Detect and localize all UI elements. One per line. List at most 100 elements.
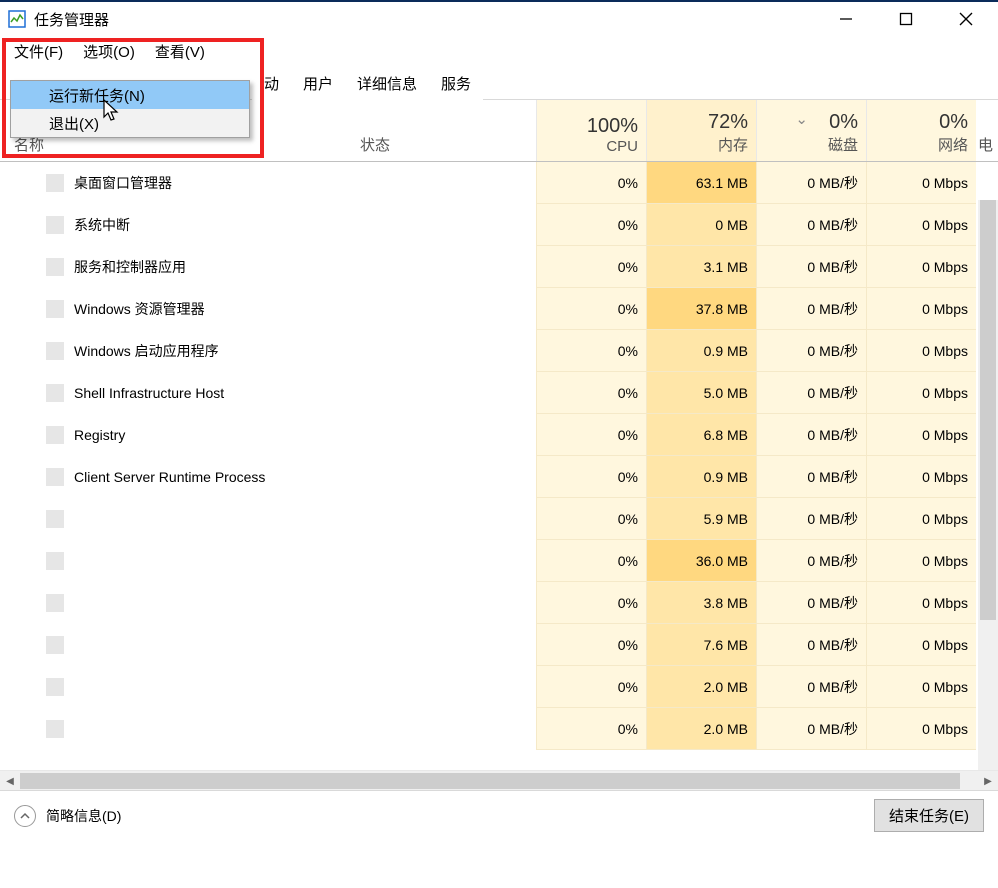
process-cpu-cell: 0% xyxy=(536,288,646,330)
process-icon xyxy=(46,468,64,486)
window-controls xyxy=(816,2,996,36)
col-status-header[interactable]: 状态 xyxy=(358,100,536,161)
process-grid: 名称 状态 100% CPU 72% 内存 ⌄ 0% 磁盘 0% 网络 电 桌面… xyxy=(0,100,998,770)
process-name-cell: 系统中断 xyxy=(0,215,358,235)
menu-run-new-task[interactable]: 运行新任务(N) xyxy=(11,81,249,109)
table-row[interactable]: 0% 2.0 MB 0 MB/秒 0 Mbps xyxy=(0,666,998,708)
collapse-icon[interactable] xyxy=(14,805,36,827)
end-task-button[interactable]: 结束任务(E) xyxy=(874,799,984,832)
table-row[interactable]: 0% 36.0 MB 0 MB/秒 0 Mbps xyxy=(0,540,998,582)
process-network-cell: 0 Mbps xyxy=(866,708,976,750)
horizontal-scrollbar[interactable]: ◀ ▶ xyxy=(0,770,998,790)
table-row[interactable]: Client Server Runtime Process 0% 0.9 MB … xyxy=(0,456,998,498)
maximize-button[interactable] xyxy=(876,2,936,36)
process-icon xyxy=(46,300,64,318)
process-name: Shell Infrastructure Host xyxy=(46,385,224,401)
col-cpu-header[interactable]: 100% CPU xyxy=(536,100,646,161)
task-manager-icon xyxy=(8,10,26,28)
process-disk-cell: 0 MB/秒 xyxy=(756,288,866,330)
table-row[interactable]: 系统中断 0% 0 MB 0 MB/秒 0 Mbps xyxy=(0,204,998,246)
hscroll-thumb[interactable] xyxy=(20,773,960,789)
table-row[interactable]: Registry 0% 6.8 MB 0 MB/秒 0 Mbps xyxy=(0,414,998,456)
process-disk-cell: 0 MB/秒 xyxy=(756,372,866,414)
menu-options[interactable]: 选项(O) xyxy=(73,37,145,66)
process-name: Windows 资源管理器 xyxy=(46,299,205,319)
footer: 简略信息(D) 结束任务(E) xyxy=(0,790,998,840)
process-cpu-cell: 0% xyxy=(536,372,646,414)
process-name-cell: 服务和控制器应用 xyxy=(0,257,358,277)
tab-users[interactable]: 用户 xyxy=(291,67,345,100)
process-name-cell: Registry xyxy=(0,427,358,443)
process-icon xyxy=(46,636,64,654)
process-network-cell: 0 Mbps xyxy=(866,330,976,372)
table-row[interactable]: 桌面窗口管理器 0% 63.1 MB 0 MB/秒 0 Mbps xyxy=(0,162,998,204)
col-network-header[interactable]: 0% 网络 xyxy=(866,100,976,161)
process-name: 桌面窗口管理器 xyxy=(46,173,172,193)
process-disk-cell: 0 MB/秒 xyxy=(756,162,866,204)
tab-details[interactable]: 详细信息 xyxy=(345,67,429,100)
process-disk-cell: 0 MB/秒 xyxy=(756,414,866,456)
process-disk-cell: 0 MB/秒 xyxy=(756,708,866,750)
table-row[interactable]: 服务和控制器应用 0% 3.1 MB 0 MB/秒 0 Mbps xyxy=(0,246,998,288)
process-memory-cell: 7.6 MB xyxy=(646,624,756,666)
process-cpu-cell: 0% xyxy=(536,330,646,372)
hscroll-right-icon[interactable]: ▶ xyxy=(978,771,998,791)
network-usage-pct: 0% xyxy=(939,111,968,134)
table-row[interactable]: Windows 资源管理器 0% 37.8 MB 0 MB/秒 0 Mbps xyxy=(0,288,998,330)
process-cpu-cell: 0% xyxy=(536,582,646,624)
process-icon xyxy=(46,258,64,276)
menu-exit[interactable]: 退出(X) xyxy=(11,109,249,137)
process-memory-cell: 2.0 MB xyxy=(646,666,756,708)
tab-services[interactable]: 服务 xyxy=(429,67,483,100)
col-truncated-header[interactable]: 电 xyxy=(976,100,992,161)
tab-partial[interactable]: 动 xyxy=(252,67,291,100)
process-icon xyxy=(46,510,64,528)
toggle-detail-label[interactable]: 简略信息(D) xyxy=(46,806,121,826)
process-cpu-cell: 0% xyxy=(536,498,646,540)
process-cpu-cell: 0% xyxy=(536,456,646,498)
process-name-cell: Windows 资源管理器 xyxy=(0,299,358,319)
col-disk-header[interactable]: ⌄ 0% 磁盘 xyxy=(756,100,866,161)
process-memory-cell: 0.9 MB xyxy=(646,330,756,372)
process-network-cell: 0 Mbps xyxy=(866,582,976,624)
menu-file[interactable]: 文件(F) xyxy=(4,37,73,66)
process-network-cell: 0 Mbps xyxy=(866,498,976,540)
process-network-cell: 0 Mbps xyxy=(866,288,976,330)
process-cpu-cell: 0% xyxy=(536,246,646,288)
table-row[interactable]: 0% 5.9 MB 0 MB/秒 0 Mbps xyxy=(0,498,998,540)
table-row[interactable]: 0% 7.6 MB 0 MB/秒 0 Mbps xyxy=(0,624,998,666)
process-network-cell: 0 Mbps xyxy=(866,540,976,582)
process-icon xyxy=(46,594,64,612)
process-memory-cell: 0 MB xyxy=(646,204,756,246)
table-row[interactable]: 0% 3.8 MB 0 MB/秒 0 Mbps xyxy=(0,582,998,624)
process-cpu-cell: 0% xyxy=(536,162,646,204)
process-memory-cell: 3.8 MB xyxy=(646,582,756,624)
vscroll-thumb[interactable] xyxy=(980,200,996,620)
process-memory-cell: 5.0 MB xyxy=(646,372,756,414)
process-disk-cell: 0 MB/秒 xyxy=(756,582,866,624)
process-name-cell: Windows 启动应用程序 xyxy=(0,341,358,361)
table-row[interactable]: Shell Infrastructure Host 0% 5.0 MB 0 MB… xyxy=(0,372,998,414)
file-menu-dropdown: 运行新任务(N) 退出(X) xyxy=(10,80,250,138)
process-memory-cell: 63.1 MB xyxy=(646,162,756,204)
process-disk-cell: 0 MB/秒 xyxy=(756,624,866,666)
col-memory-header[interactable]: 72% 内存 xyxy=(646,100,756,161)
table-row[interactable]: 0% 2.0 MB 0 MB/秒 0 Mbps xyxy=(0,708,998,750)
close-button[interactable] xyxy=(936,2,996,36)
process-disk-cell: 0 MB/秒 xyxy=(756,246,866,288)
process-network-cell: 0 Mbps xyxy=(866,372,976,414)
titlebar: 任务管理器 xyxy=(0,2,998,36)
minimize-button[interactable] xyxy=(816,2,876,36)
menu-view[interactable]: 查看(V) xyxy=(145,37,215,66)
window-title: 任务管理器 xyxy=(34,9,109,30)
process-disk-cell: 0 MB/秒 xyxy=(756,204,866,246)
process-network-cell: 0 Mbps xyxy=(866,204,976,246)
process-disk-cell: 0 MB/秒 xyxy=(756,456,866,498)
process-name-cell: Shell Infrastructure Host xyxy=(0,385,358,401)
hscroll-left-icon[interactable]: ◀ xyxy=(0,771,20,791)
process-memory-cell: 2.0 MB xyxy=(646,708,756,750)
process-memory-cell: 6.8 MB xyxy=(646,414,756,456)
vertical-scrollbar[interactable] xyxy=(978,200,998,782)
table-row[interactable]: Windows 启动应用程序 0% 0.9 MB 0 MB/秒 0 Mbps xyxy=(0,330,998,372)
process-cpu-cell: 0% xyxy=(536,414,646,456)
